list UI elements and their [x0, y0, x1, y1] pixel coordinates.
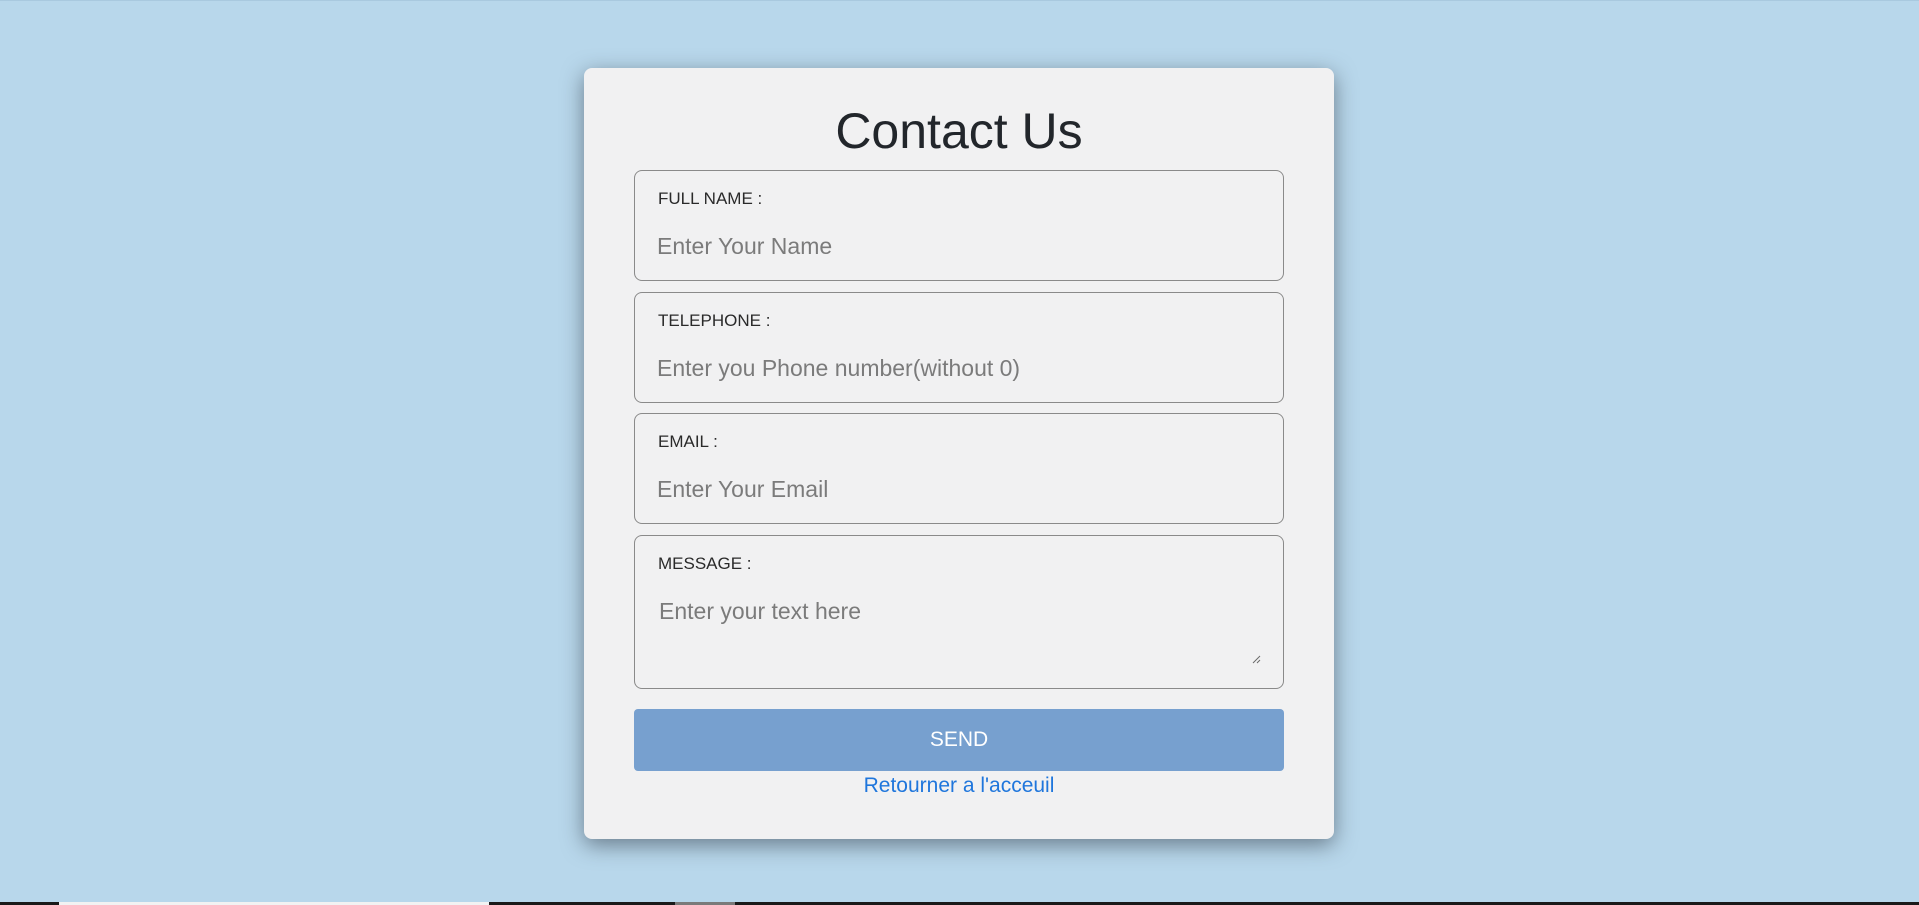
email-label: EMAIL :	[658, 432, 718, 451]
back-to-home-link[interactable]: Retourner a l'acceuil	[584, 774, 1334, 798]
full-name-field[interactable]: FULL NAME :	[634, 170, 1284, 281]
contact-card: Contact Us FULL NAME : TELEPHONE : EMAIL…	[584, 68, 1334, 839]
full-name-input[interactable]	[657, 231, 1257, 261]
message-textarea[interactable]	[657, 596, 1257, 668]
page-title: Contact Us	[835, 103, 1083, 159]
telephone-label: TELEPHONE :	[658, 311, 771, 330]
full-name-label: FULL NAME :	[658, 189, 763, 208]
telephone-input[interactable]	[657, 353, 1257, 383]
resize-grip-icon[interactable]	[1251, 654, 1261, 664]
email-input[interactable]	[657, 474, 1257, 504]
email-field[interactable]: EMAIL :	[634, 413, 1284, 524]
telephone-field[interactable]: TELEPHONE :	[634, 292, 1284, 403]
message-label: MESSAGE :	[658, 554, 752, 573]
message-field[interactable]: MESSAGE :	[634, 535, 1284, 689]
send-button[interactable]: SEND	[634, 709, 1284, 771]
